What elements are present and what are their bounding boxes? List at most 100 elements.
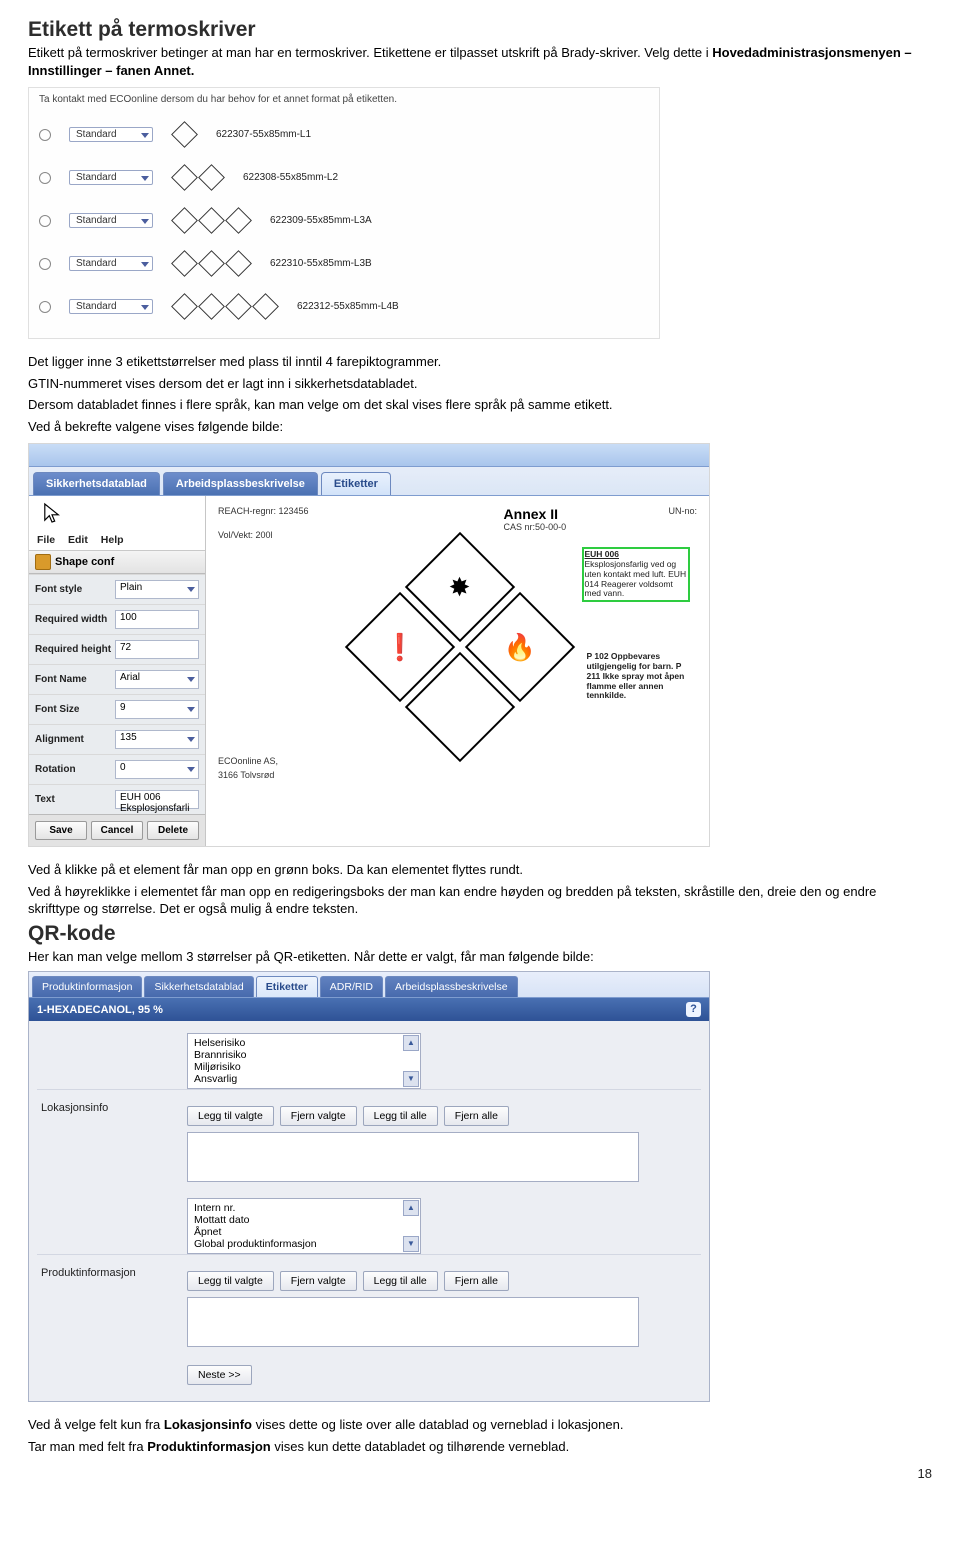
next-button[interactable]: Neste >> xyxy=(187,1365,252,1385)
btn-legg-til-valgte-1[interactable]: Legg til valgte xyxy=(187,1106,274,1126)
tab-arbeidsplassbeskrivelse-2[interactable]: Arbeidsplassbeskrivelse xyxy=(385,976,518,997)
scroll-up-icon[interactable]: ▲ xyxy=(403,1035,419,1051)
diamond-icon xyxy=(225,293,252,320)
dropdown-standard-3[interactable]: Standard xyxy=(69,213,153,228)
input-req-height[interactable]: 72 xyxy=(115,640,199,659)
tab-sikkerhetsdatablad-2[interactable]: Sikkerhetsdatablad xyxy=(144,976,253,997)
label-canvas[interactable]: REACH-regnr: 123456 Vol/Vekt: 200l Annex… xyxy=(206,496,709,846)
menu-file[interactable]: File xyxy=(37,534,55,546)
radio-4[interactable] xyxy=(39,258,51,270)
lbl-req-height: Required height xyxy=(35,644,115,655)
format-code-3: 622309-55x85mm-L3A xyxy=(270,215,372,226)
scroll-up-icon[interactable]: ▲ xyxy=(403,1200,419,1216)
list-item[interactable]: Ansvarlig xyxy=(194,1073,414,1085)
annex-title: Annex II xyxy=(504,506,669,522)
input-font-size[interactable]: 9 xyxy=(115,700,199,719)
input-text[interactable]: EUH 006 Eksplosjonsfarli xyxy=(115,790,199,809)
product-title: 1-HEXADECANOL, 95 % xyxy=(37,1004,163,1016)
lbl-alignment: Alignment xyxy=(35,734,115,745)
listbox-risk-fields[interactable]: Helserisiko Brannrisiko Miljørisiko Ansv… xyxy=(187,1033,421,1089)
flame-icon: 🔥 xyxy=(503,632,535,663)
label-produktinformasjon: Produktinformasjon xyxy=(41,1265,171,1279)
btn-legg-til-alle-1[interactable]: Legg til alle xyxy=(363,1106,438,1126)
btn-fjern-alle-2[interactable]: Fjern alle xyxy=(444,1271,509,1291)
pictogram-cluster[interactable]: ✸ ❗ 🔥 EUH 006 Eksplosjonsfarlig ved og u… xyxy=(323,542,593,752)
list-item[interactable]: Mottatt dato xyxy=(194,1214,414,1226)
listbox-product-fields[interactable]: Intern nr. Mottatt dato Åpnet Global pro… xyxy=(187,1198,421,1254)
btn-fjern-valgte-2[interactable]: Fjern valgte xyxy=(280,1271,357,1291)
diamond-icon xyxy=(252,293,279,320)
body-text: GTIN-nummeret vises dersom det er lagt i… xyxy=(28,375,932,393)
exclamation-icon: ❗ xyxy=(383,632,415,663)
list-item[interactable]: Brannrisiko xyxy=(194,1049,414,1061)
list-item[interactable]: Global produktinformasjon xyxy=(194,1238,414,1250)
label-format-panel: Ta kontakt med ECOonline dersom du har b… xyxy=(28,87,660,339)
btn-fjern-alle-1[interactable]: Fjern alle xyxy=(444,1106,509,1126)
radio-5[interactable] xyxy=(39,301,51,313)
btn-legg-til-alle-2[interactable]: Legg til alle xyxy=(363,1271,438,1291)
dropdown-standard-4[interactable]: Standard xyxy=(69,256,153,271)
bold-produktinformasjon: Produktinformasjon xyxy=(147,1439,271,1454)
input-font-name[interactable]: Arial xyxy=(115,670,199,689)
target-list-produkt[interactable] xyxy=(187,1297,639,1347)
input-font-style[interactable]: Plain xyxy=(115,580,199,599)
diamond-icon xyxy=(198,293,225,320)
p102-text: P 102 Oppbevares utilgjengelig for barn.… xyxy=(587,652,689,701)
label-editor-window: Sikkerhetsdatablad Arbeidsplassbeskrivel… xyxy=(28,443,710,847)
explosion-icon: ✸ xyxy=(449,572,471,603)
scroll-down-icon[interactable]: ▼ xyxy=(403,1071,419,1087)
btn-legg-til-valgte-2[interactable]: Legg til valgte xyxy=(187,1271,274,1291)
company-line-2: 3166 Tolvsrød xyxy=(218,770,697,780)
list-item[interactable]: Intern nr. xyxy=(194,1202,414,1214)
tab-produktinformasjon[interactable]: Produktinformasjon xyxy=(32,976,142,997)
dropdown-standard-2[interactable]: Standard xyxy=(69,170,153,185)
save-button[interactable]: Save xyxy=(35,821,87,840)
page-number: 18 xyxy=(28,1466,932,1481)
list-item[interactable]: Miljørisiko xyxy=(194,1061,414,1073)
radio-1[interactable] xyxy=(39,129,51,141)
editor-tabs: Sikkerhetsdatablad Arbeidsplassbeskrivel… xyxy=(29,467,709,496)
intro-paragraph: Etikett på termoskriver betinger at man … xyxy=(28,44,932,79)
cas-text: CAS nr:50-00-0 xyxy=(504,522,669,532)
selected-text-box[interactable]: EUH 006 Eksplosjonsfarlig ved og uten ko… xyxy=(583,548,689,601)
input-req-width[interactable]: 100 xyxy=(115,610,199,629)
radio-2[interactable] xyxy=(39,172,51,184)
tab-etiketter-2[interactable]: Etiketter xyxy=(256,976,318,997)
panel-hint-text: Ta kontakt med ECOonline dersom du har b… xyxy=(39,94,649,105)
diamond-icon xyxy=(198,207,225,234)
help-icon[interactable]: ? xyxy=(686,1002,701,1017)
input-alignment[interactable]: 135 xyxy=(115,730,199,749)
target-list-lokasjon[interactable] xyxy=(187,1132,639,1182)
cancel-button[interactable]: Cancel xyxy=(91,821,143,840)
tab-arbeidsplassbeskrivelse[interactable]: Arbeidsplassbeskrivelse xyxy=(163,472,318,495)
menu-edit[interactable]: Edit xyxy=(68,534,88,546)
body-text: Tar man med felt fra Produktinformasjon … xyxy=(28,1438,932,1456)
qr-tabs: Produktinformasjon Sikkerhetsdatablad Et… xyxy=(29,972,709,998)
format-row-5: Standard 622312-55x85mm-L4B xyxy=(39,285,649,328)
radio-3[interactable] xyxy=(39,215,51,227)
tab-etiketter[interactable]: Etiketter xyxy=(321,472,391,495)
heading-etikett-termoskriver: Etikett på termoskriver xyxy=(28,18,932,42)
window-titlebar xyxy=(29,444,709,467)
diamond-icon xyxy=(198,164,225,191)
list-item[interactable]: Åpnet xyxy=(194,1226,414,1238)
input-rotation[interactable]: 0 xyxy=(115,760,199,779)
diamond-icon xyxy=(198,250,225,277)
euh-body: Eksplosjonsfarlig ved og uten kontakt me… xyxy=(585,559,687,598)
delete-button[interactable]: Delete xyxy=(147,821,199,840)
label-lokasjonsinfo: Lokasjonsinfo xyxy=(41,1100,171,1114)
scroll-down-icon[interactable]: ▼ xyxy=(403,1236,419,1252)
format-code-2: 622308-55x85mm-L2 xyxy=(243,172,338,183)
menu-help[interactable]: Help xyxy=(101,534,124,546)
vol-text: Vol/Vekt: 200l xyxy=(218,530,309,540)
body-text: Ved å bekrefte valgene vises følgende bi… xyxy=(28,418,932,436)
tab-sikkerhetsdatablad[interactable]: Sikkerhetsdatablad xyxy=(33,472,160,495)
dropdown-standard-1[interactable]: Standard xyxy=(69,127,153,142)
dropdown-standard-5[interactable]: Standard xyxy=(69,299,153,314)
qr-config-window: Produktinformasjon Sikkerhetsdatablad Et… xyxy=(28,971,710,1402)
un-text: UN-no: xyxy=(668,506,697,540)
tab-adr-rid[interactable]: ADR/RID xyxy=(320,976,383,997)
format-code-4: 622310-55x85mm-L3B xyxy=(270,258,372,269)
btn-fjern-valgte-1[interactable]: Fjern valgte xyxy=(280,1106,357,1126)
list-item[interactable]: Helserisiko xyxy=(194,1037,414,1049)
